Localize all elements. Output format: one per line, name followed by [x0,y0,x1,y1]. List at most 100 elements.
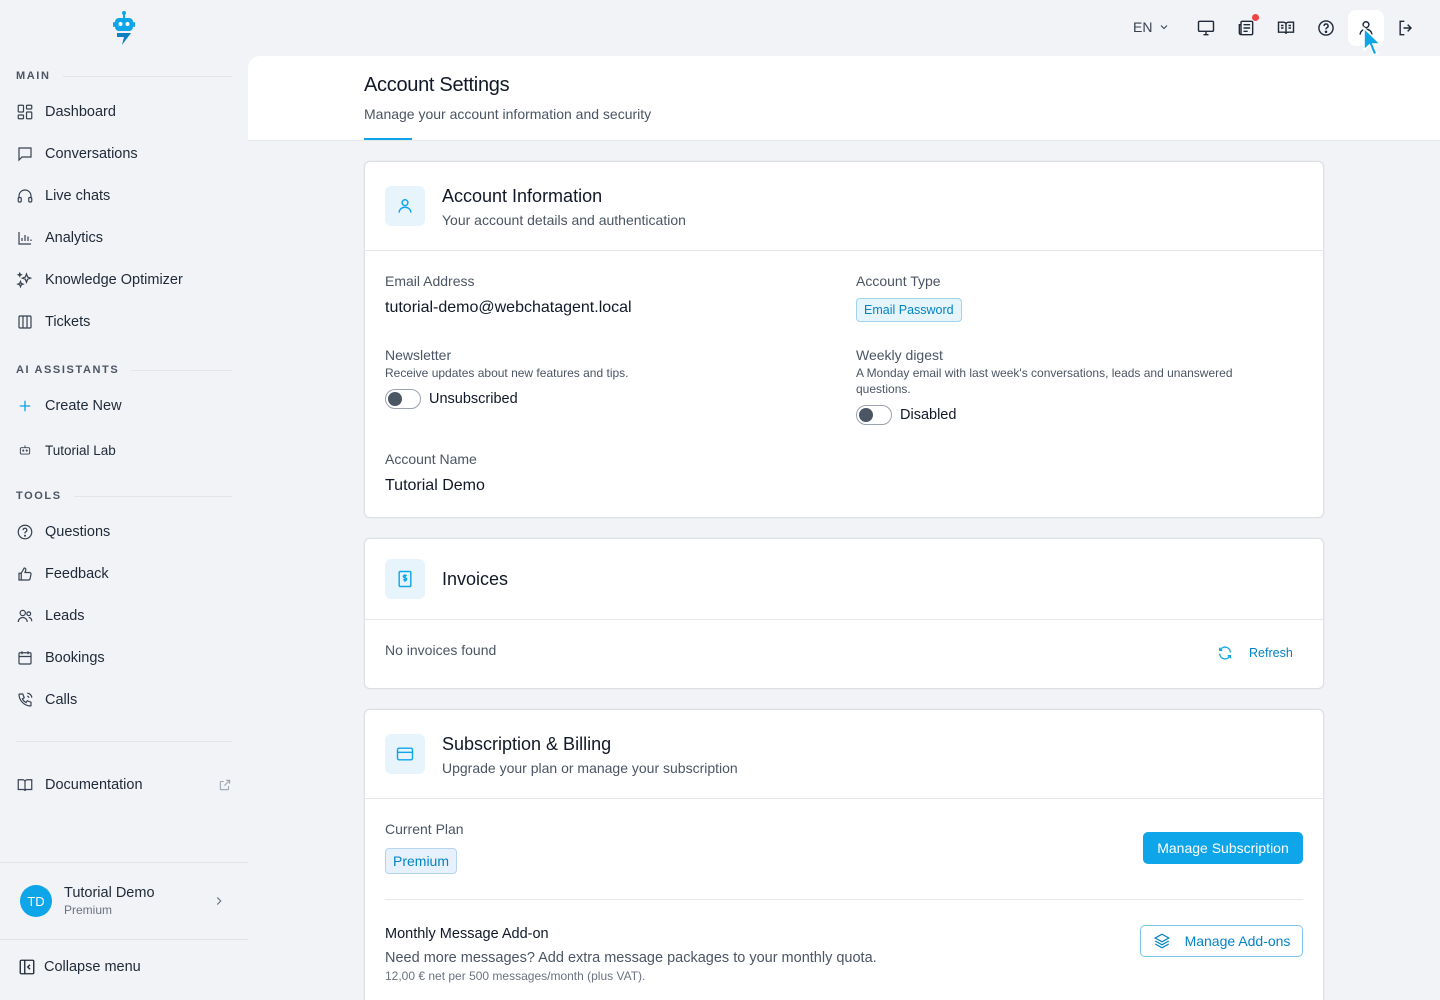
card-header: Subscription & Billing Upgrade your plan… [365,710,1323,799]
addon-price: 12,00 € net per 500 messages/month (plus… [385,969,646,983]
notification-dot [1252,14,1259,21]
bar-chart-icon [18,232,32,245]
account-information-card: Account Information Your account details… [364,161,1324,518]
newsletter-description: Receive updates about new features and t… [385,366,629,380]
sidebar-item-label: Bookings [45,650,105,666]
book-icon [17,779,33,792]
addon-description: Need more messages? Add extra message pa… [385,950,877,966]
chat-bubble-icon [18,147,32,162]
help-button[interactable] [1316,18,1336,38]
sidebar-item-label: Questions [45,524,111,540]
newsletter-toggle[interactable] [385,389,421,409]
newsletter-state: Unsubscribed [429,391,518,407]
sidebar-item-documentation[interactable]: Documentation [16,767,232,803]
card-title: Invoices [442,569,509,589]
sidebar-item-tickets[interactable]: Tickets [16,304,232,340]
chevron-right-icon [216,897,222,905]
weekly-digest-description: A Monday email with last week's conversa… [856,366,1233,396]
avatar: TD [20,885,52,917]
language-selector[interactable]: EN [1133,19,1170,35]
card-subtitle: Upgrade your plan or manage your subscri… [442,760,738,776]
logout-icon [1399,20,1413,36]
credit-card-icon [396,747,414,761]
section-label-main: MAIN [16,70,232,82]
help-icon [1318,20,1334,36]
weekly-digest-toggle[interactable] [856,405,892,425]
refresh-button[interactable]: Refresh [1217,645,1293,661]
app-logo-icon[interactable] [110,10,138,46]
user-name: Tutorial Demo [64,885,155,901]
email-label: Email Address [385,273,475,289]
active-tab-indicator [364,138,412,140]
collapse-menu-button[interactable]: Collapse menu [18,958,141,976]
current-plan-label: Current Plan [385,821,464,837]
sidebar-item-label: Analytics [45,230,104,246]
sidebar-item-tutorial-lab[interactable]: Tutorial Lab [16,432,232,468]
sidebar-item-label: Dashboard [45,104,116,120]
newsletter-label: Newsletter [385,347,452,363]
external-link-icon [219,779,231,791]
sidebar-item-analytics[interactable]: Analytics [16,220,232,256]
sidebar-item-label: Tutorial Lab [45,442,116,458]
sidebar-item-label: Feedback [45,566,109,582]
logout-button[interactable] [1396,18,1416,38]
news-button[interactable] [1236,18,1256,38]
card-header: Invoices [365,539,1323,620]
sparkles-icon [16,271,33,289]
sidebar-item-label: Live chats [45,188,111,204]
sidebar-item-live-chats[interactable]: Live chats [16,178,232,214]
account-name-label: Account Name [385,451,477,467]
sidebar-divider [16,741,232,742]
question-icon [17,524,33,540]
sidebar-item-label: Conversations [45,146,138,162]
weekly-digest-label: Weekly digest [856,347,943,363]
account-type-label: Account Type [856,273,941,289]
manage-addons-button[interactable]: Manage Add-ons [1140,925,1303,957]
layers-icon [1153,933,1170,949]
phone-icon [18,692,33,707]
user-plan: Premium [64,903,113,917]
page-title: Account Settings [364,74,510,96]
sidebar-item-dashboard[interactable]: Dashboard [16,94,232,130]
docs-button[interactable] [1276,18,1296,38]
collapse-sidebar-icon [19,959,35,975]
main-content: Account Settings Manage your account inf… [248,56,1440,1000]
sidebar-item-bookings[interactable]: Bookings [16,640,232,676]
robot-icon [19,445,31,455]
thumbs-up-icon [18,567,32,581]
page-subtitle: Manage your account information and secu… [364,106,652,122]
card-title: Account Information [442,186,603,206]
sidebar-item-leads[interactable]: Leads [16,598,232,634]
sidebar-item-label: Knowledge Optimizer [45,272,183,288]
sidebar-divider [0,939,248,940]
account-type-badge: Email Password [856,298,962,322]
sidebar-item-feedback[interactable]: Feedback [16,556,232,592]
weekly-digest-state: Disabled [900,407,957,423]
sidebar-item-knowledge-optimizer[interactable]: Knowledge Optimizer [16,262,232,298]
sidebar-item-label: Calls [45,692,78,708]
invoices-empty-state: No invoices found [385,642,497,658]
users-icon [17,609,33,623]
columns-icon [18,315,32,329]
calendar-icon [18,651,32,665]
dashboard-icon [17,104,33,120]
sidebar-item-label: Tickets [45,314,91,330]
card-subtitle: Your account details and authentication [442,212,686,228]
user-profile-card[interactable]: TD Tutorial Demo Premium [0,863,248,939]
sidebar-item-calls[interactable]: Calls [16,682,232,718]
chevron-down-icon [1161,25,1168,30]
sidebar-item-conversations[interactable]: Conversations [16,136,232,172]
card-header: Account Information Your account details… [365,162,1323,251]
card-icon [385,559,425,599]
monitor-button[interactable] [1196,18,1216,38]
sidebar-item-label: Create New [45,398,122,414]
sidebar: MAIN Dashboard Conversations Live chats … [0,0,248,1000]
card-title: Subscription & Billing [442,734,612,754]
manage-subscription-button[interactable]: Manage Subscription [1143,832,1303,864]
card-icon [385,734,425,774]
mouse-cursor-icon [1363,26,1383,57]
book-open-icon [1277,21,1295,34]
monitor-icon [1197,20,1215,36]
sidebar-item-create-new[interactable]: Create New [16,388,232,424]
sidebar-item-questions[interactable]: Questions [16,514,232,550]
